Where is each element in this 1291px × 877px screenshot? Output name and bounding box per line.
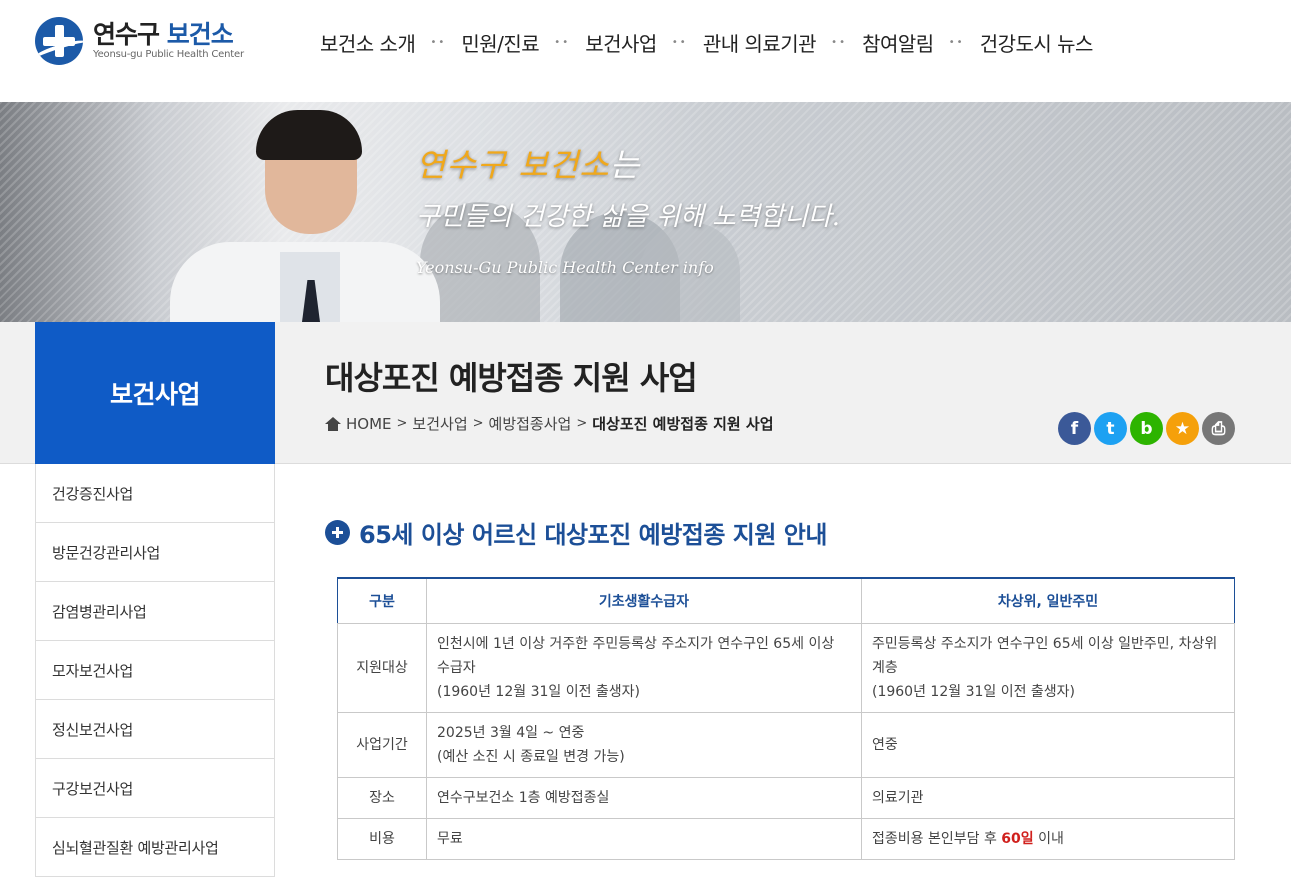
side-menu-item[interactable]: 구강보건사업 bbox=[36, 759, 274, 818]
table-header-cell: 기초생활수급자 bbox=[426, 577, 862, 624]
nav-item-health-projects[interactable]: 보건사업 bbox=[585, 28, 657, 57]
table-header-cell: 차상위, 일반주민 bbox=[861, 577, 1235, 624]
table-cell: 접종비용 본인부담 후 60일 이내 bbox=[861, 817, 1235, 860]
health-center-logo-icon bbox=[35, 17, 83, 65]
table-row: 장소 연수구보건소 1층 예방접종실 의료기관 bbox=[337, 776, 1235, 819]
nav-separator: •• bbox=[671, 37, 688, 48]
side-menu-item[interactable]: 모자보건사업 bbox=[36, 641, 274, 700]
section-heading-text: 65세 이상 어르신 대상포진 예방접종 지원 안내 bbox=[359, 521, 827, 549]
breadcrumb-item[interactable]: 보건사업 bbox=[412, 413, 467, 434]
nav-item-civil[interactable]: 민원/진료 bbox=[461, 28, 539, 57]
vaccination-info-table: 구분 기초생활수급자 차상위, 일반주민 지원대상 인천시에 1년 이상 거주한… bbox=[337, 577, 1235, 860]
plus-circle-icon bbox=[325, 520, 350, 545]
side-menu: 건강증진사업 방문건강관리사업 감염병관리사업 모자보건사업 정신보건사업 구강… bbox=[35, 464, 275, 877]
nav-separator: •• bbox=[948, 37, 965, 48]
bookmark-star-icon[interactable]: ★ bbox=[1166, 412, 1199, 445]
table-cell: 연중 bbox=[861, 711, 1235, 778]
blog-icon[interactable]: b bbox=[1130, 412, 1163, 445]
nav-item-participation[interactable]: 참여알림 bbox=[862, 28, 934, 57]
table-header-row: 구분 기초생활수급자 차상위, 일반주민 bbox=[337, 577, 1235, 624]
row-label: 비용 bbox=[337, 817, 427, 860]
table-cell: 연수구보건소 1층 예방접종실 bbox=[426, 776, 862, 819]
page-title: 대상포진 예방접종 지원 사업 bbox=[325, 359, 698, 397]
table-cell: 2025년 3월 4일 ~ 연중 (예산 소진 시 종료일 변경 가능) bbox=[426, 711, 862, 778]
nav-item-medical-institutions[interactable]: 관내 의료기관 bbox=[703, 28, 817, 57]
breadcrumb-current: 대상포진 예방접종 지원 사업 bbox=[592, 415, 774, 433]
breadcrumb-item[interactable]: 예방접종사업 bbox=[489, 413, 572, 434]
global-nav: 보건소 소개 •• 민원/진료 •• 보건사업 •• 관내 의료기관 •• 참여… bbox=[320, 28, 1093, 57]
table-row: 지원대상 인천시에 1년 이상 거주한 주민등록상 주소지가 연수구인 65세 … bbox=[337, 622, 1235, 713]
table-row: 비용 무료 접종비용 본인부담 후 60일 이내 bbox=[337, 817, 1235, 860]
nav-item-news[interactable]: 건강도시 뉴스 bbox=[980, 28, 1094, 57]
banner-subheadline: 구민들의 건강한 삶을 위해 노력합니다. bbox=[416, 202, 841, 232]
hero-banner: 연수구 보건소는 구민들의 건강한 삶을 위해 노력합니다. Yeonsu-Gu… bbox=[0, 102, 1291, 322]
site-logo[interactable]: 연수구 보건소 Yeonsu-gu Public Health Center bbox=[35, 17, 244, 65]
nav-separator: •• bbox=[831, 37, 847, 48]
table-cell: 의료기관 bbox=[861, 776, 1235, 819]
banner-english-caption: Yeonsu-Gu Public Health Center info bbox=[416, 258, 714, 277]
twitter-icon[interactable]: t bbox=[1094, 412, 1127, 445]
side-menu-item[interactable]: 심뇌혈관질환 예방관리사업 bbox=[36, 818, 274, 877]
side-menu-item[interactable]: 정신보건사업 bbox=[36, 700, 274, 759]
breadcrumb-home[interactable]: HOME bbox=[346, 415, 392, 433]
logo-subtitle: Yeonsu-gu Public Health Center bbox=[93, 49, 244, 60]
table-cell: 인천시에 1년 이상 거주한 주민등록상 주소지가 연수구인 65세 이상 수급… bbox=[426, 622, 862, 713]
site-header: 연수구 보건소 Yeonsu-gu Public Health Center 보… bbox=[0, 0, 1291, 102]
breadcrumb-separator: > bbox=[472, 416, 484, 431]
breadcrumb: HOME > 보건사업 > 예방접종사업 > 대상포진 예방접종 지원 사업 bbox=[325, 413, 774, 434]
breadcrumb-separator: > bbox=[576, 416, 588, 431]
home-icon bbox=[325, 416, 341, 431]
row-label: 장소 bbox=[337, 776, 427, 819]
table-cell: 무료 bbox=[426, 817, 862, 860]
banner-headline: 연수구 보건소는 bbox=[416, 146, 641, 184]
section-heading: 65세 이상 어르신 대상포진 예방접종 지원 안내 bbox=[325, 515, 827, 550]
print-icon[interactable]: ⎙ bbox=[1202, 412, 1235, 445]
facebook-icon[interactable]: f bbox=[1058, 412, 1091, 445]
side-menu-item[interactable]: 건강증진사업 bbox=[36, 464, 274, 523]
nav-item-intro[interactable]: 보건소 소개 bbox=[320, 28, 416, 57]
section-side-title: 보건사업 bbox=[35, 322, 275, 464]
side-menu-item[interactable]: 감염병관리사업 bbox=[36, 582, 274, 641]
table-cell: 주민등록상 주소지가 연수구인 65세 이상 일반주민, 차상위 계층 (1960… bbox=[861, 622, 1235, 713]
row-label: 지원대상 bbox=[337, 622, 427, 713]
nav-separator: •• bbox=[430, 37, 447, 48]
logo-title: 연수구 보건소 bbox=[93, 20, 234, 49]
nav-separator: •• bbox=[554, 37, 571, 48]
share-buttons: f t b ★ ⎙ bbox=[1058, 412, 1238, 445]
breadcrumb-separator: > bbox=[396, 416, 408, 431]
table-row: 사업기간 2025년 3월 4일 ~ 연중 (예산 소진 시 종료일 변경 가능)… bbox=[337, 711, 1235, 778]
row-label: 사업기간 bbox=[337, 711, 427, 778]
table-header-cell: 구분 bbox=[337, 577, 427, 624]
side-menu-item[interactable]: 방문건강관리사업 bbox=[36, 523, 274, 582]
